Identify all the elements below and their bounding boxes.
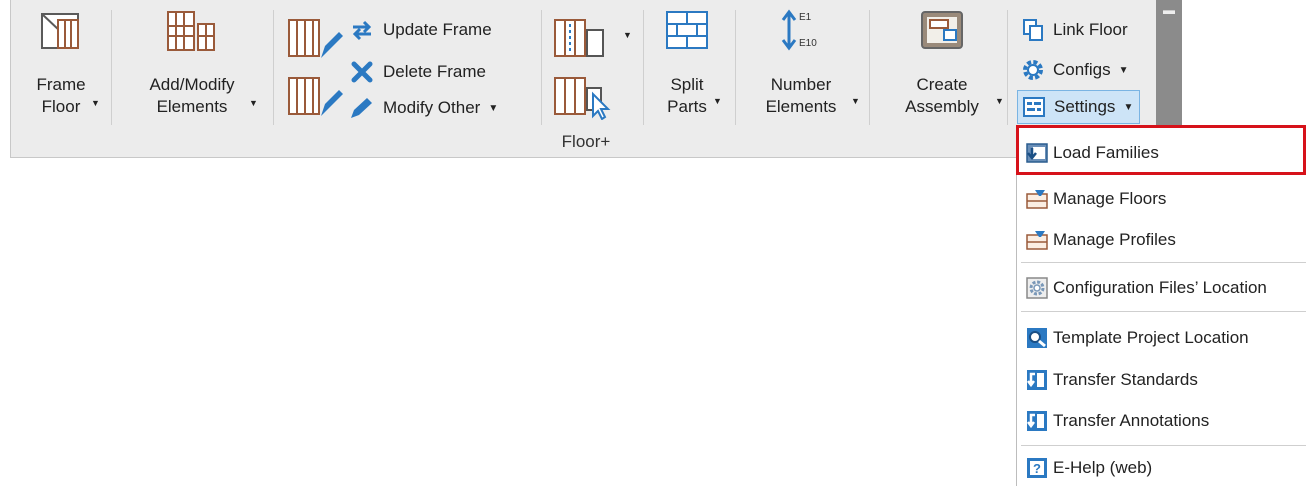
modify-frame-large-icon[interactable] — [287, 74, 345, 120]
menu-separator — [1021, 262, 1306, 263]
number-elements-icon: E1 E10 — [781, 9, 817, 51]
svg-text:?: ? — [1033, 461, 1041, 476]
separator — [111, 10, 112, 125]
number-icon-bottom: E10 — [799, 38, 817, 49]
settings-dropdown-icon[interactable]: ▼ — [1123, 102, 1133, 113]
ribbon-panel: Frame Floor ▼ Add/Modify Elements ▼ Upda… — [10, 0, 1182, 158]
number-elements-button[interactable]: E1 E10 Number Elements — [751, 8, 851, 118]
frame-floor-label-2: Floor — [41, 97, 81, 116]
menu-item-transfer-annotations[interactable]: Transfer Annotations — [1025, 404, 1209, 438]
frame-floor-icon — [41, 13, 79, 49]
create-assembly-label-1: Create — [916, 75, 968, 94]
separator — [869, 10, 870, 125]
menu-item-transfer-standards[interactable]: Transfer Standards — [1025, 363, 1198, 397]
link-floor-label: Link Floor — [1053, 20, 1128, 39]
menu-item-template-project-location[interactable]: Template Project Location — [1025, 321, 1249, 355]
separator — [1007, 10, 1008, 125]
create-assembly-icon — [921, 11, 963, 49]
add-modify-label-1: Add/Modify — [149, 75, 235, 94]
menu-separator — [1021, 445, 1306, 446]
transfer-standards-icon — [1027, 370, 1047, 390]
add-modify-dropdown-icon[interactable]: ▼ — [249, 98, 258, 108]
configs-button[interactable]: Configs ▼ — [1021, 54, 1129, 86]
number-icon-top: E1 — [799, 12, 812, 23]
create-assembly-dropdown-icon[interactable]: ▼ — [995, 96, 1004, 106]
modify-other-label: Modify Other — [383, 98, 481, 117]
menu-item-manage-profiles[interactable]: Manage Profiles — [1025, 223, 1176, 257]
number-elements-dropdown-icon[interactable]: ▼ — [851, 96, 860, 106]
split-parts-dropdown-icon[interactable]: ▼ — [713, 96, 722, 106]
help-icon: ? — [1027, 458, 1047, 478]
update-frame-label: Update Frame — [383, 20, 492, 39]
frame-floor-label-1: Frame — [36, 75, 86, 94]
create-assembly-button[interactable]: Create Assembly — [887, 8, 997, 118]
configs-label: Configs — [1053, 60, 1111, 79]
split-parts-label-1: Split — [670, 75, 704, 94]
floor-layout-dropdown-icon[interactable]: ▼ — [623, 30, 632, 40]
number-elements-label-1: Number — [770, 75, 832, 94]
refresh-arrows-icon — [352, 20, 372, 41]
frame-floor-dropdown-icon[interactable]: ▼ — [91, 98, 100, 108]
menu-item-label: Transfer Standards — [1053, 370, 1198, 389]
menu-item-label: Transfer Annotations — [1053, 411, 1210, 430]
panel-scroll-handle[interactable]: ▬ — [1156, 0, 1182, 125]
settings-icon — [1023, 97, 1045, 117]
menu-item-label: Template Project Location — [1053, 328, 1249, 347]
transfer-annotations-icon — [1027, 411, 1047, 431]
menu-item-label: E-Help (web) — [1053, 458, 1153, 477]
separator — [643, 10, 644, 125]
highlight-box — [1016, 125, 1306, 175]
configs-dropdown-icon[interactable]: ▼ — [1119, 65, 1129, 76]
add-modify-label-2: Elements — [156, 97, 228, 116]
update-frame-large-icon[interactable] — [287, 16, 345, 62]
menu-item-configuration-files-location[interactable]: Configuration Files’ Location — [1025, 271, 1267, 305]
settings-dropdown-menu: Load Families Manage Floors Manage Profi… — [1016, 125, 1306, 486]
template-location-icon — [1027, 328, 1047, 348]
menu-item-label: Manage Floors — [1053, 189, 1167, 208]
settings-label: Settings — [1054, 97, 1116, 116]
manage-floors-icon — [1026, 190, 1048, 209]
config-location-icon — [1026, 277, 1048, 299]
delete-frame-button[interactable]: Delete Frame — [349, 56, 486, 88]
delete-x-icon — [351, 61, 373, 83]
menu-separator — [1021, 311, 1306, 312]
frame-floor-button[interactable]: Frame Floor — [25, 8, 97, 118]
gear-icon — [1023, 60, 1043, 80]
modify-other-dropdown-icon[interactable]: ▼ — [488, 103, 498, 114]
collapse-icon: ▬ — [1163, 3, 1175, 17]
update-frame-button[interactable]: Update Frame — [349, 14, 492, 46]
menu-item-e-help[interactable]: ? E-Help (web) — [1025, 451, 1152, 485]
split-parts-label-2: Parts — [667, 97, 707, 116]
panel-title: Floor+ — [561, 132, 611, 151]
menu-item-label: Configuration Files’ Location — [1053, 278, 1267, 297]
pencil-icon — [351, 98, 372, 118]
select-floor-icon[interactable] — [553, 74, 613, 120]
create-assembly-label-2: Assembly — [905, 97, 979, 116]
settings-button[interactable]: Settings ▼ — [1017, 90, 1141, 124]
separator — [273, 10, 274, 125]
menu-item-label: Manage Profiles — [1053, 230, 1176, 249]
manage-profiles-icon — [1026, 231, 1048, 250]
number-elements-label-2: Elements — [765, 97, 837, 116]
link-floor-icon — [1023, 19, 1043, 41]
delete-frame-label: Delete Frame — [383, 62, 486, 81]
modify-other-button[interactable]: Modify Other ▼ — [349, 92, 498, 124]
split-parts-button[interactable]: Split Parts — [655, 8, 719, 118]
menu-item-manage-floors[interactable]: Manage Floors — [1025, 182, 1166, 216]
separator — [735, 10, 736, 125]
split-parts-icon — [666, 11, 708, 49]
link-floor-button[interactable]: Link Floor — [1021, 14, 1128, 46]
add-modify-elements-button[interactable]: Add/Modify Elements — [127, 8, 257, 118]
separator — [541, 10, 542, 125]
floor-layout-icon[interactable] — [553, 16, 613, 62]
add-modify-elements-icon — [167, 11, 215, 51]
